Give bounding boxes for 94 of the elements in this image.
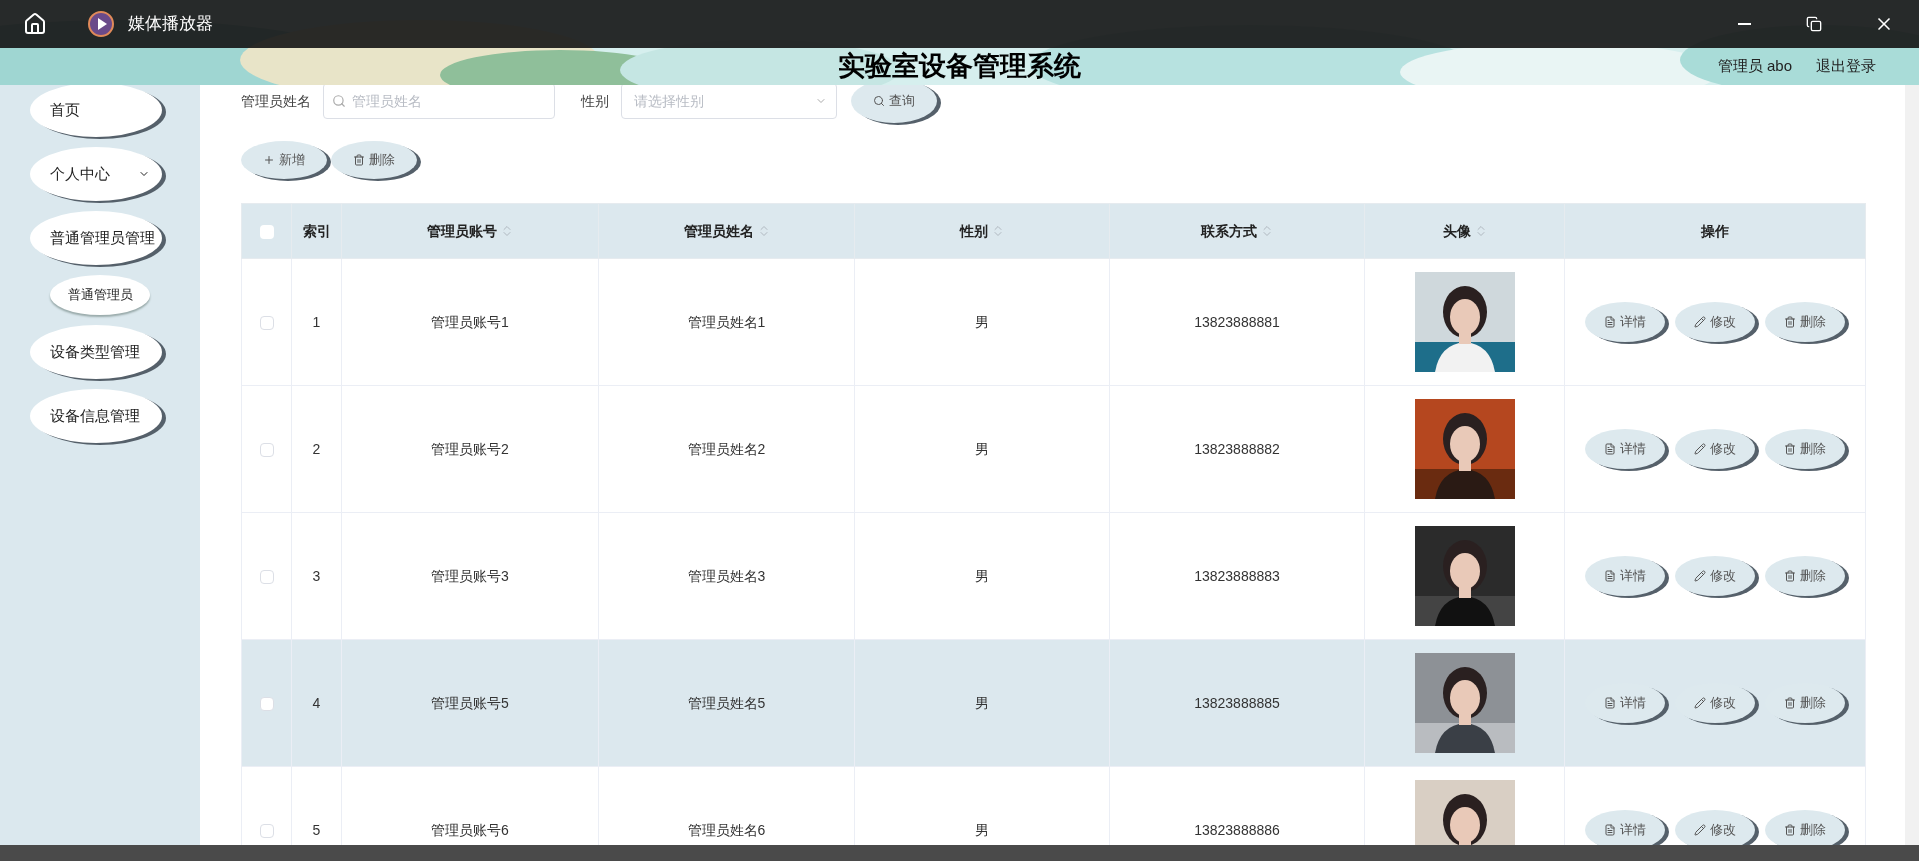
search-icon [873, 95, 885, 107]
table-cell: 管理员姓名5 [598, 639, 855, 767]
detail-button[interactable]: 详情 [1585, 810, 1665, 845]
field-label: 性别 [581, 91, 609, 111]
table-cell: 管理员姓名3 [598, 512, 855, 640]
app-icon [88, 11, 114, 37]
table-row[interactable]: 4 管理员账号5 管理员姓名5 男 13823888885 详情 修改 删除 [241, 639, 1866, 767]
system-title: 实验室设备管理系统 [838, 50, 1081, 84]
checkbox[interactable] [259, 315, 274, 330]
delete-button[interactable]: 删除 [1765, 429, 1845, 469]
document-icon [1604, 697, 1616, 709]
plus-icon [263, 154, 275, 166]
column-header[interactable]: 联系方式 [1109, 203, 1365, 259]
table-cell: 4 [291, 639, 342, 767]
sidebar-item[interactable]: 首页 [30, 83, 162, 137]
table-cell: 1 [291, 258, 342, 386]
document-icon [1604, 316, 1616, 328]
pencil-icon [1694, 824, 1706, 836]
edit-button[interactable]: 修改 [1675, 556, 1755, 596]
user-name: 管理员 abo [1717, 56, 1792, 77]
table-cell: 男 [854, 512, 1110, 640]
add-button[interactable]: 新增 [241, 141, 327, 179]
pencil-icon [1694, 697, 1706, 709]
column-header[interactable]: 管理员姓名 [598, 203, 855, 259]
trash-icon [1784, 570, 1796, 582]
table-cell: 男 [854, 258, 1110, 386]
column-header[interactable]: 性别 [854, 203, 1110, 259]
document-icon [1604, 824, 1616, 836]
detail-button[interactable]: 详情 [1585, 556, 1665, 596]
table-cell: 13823888881 [1109, 258, 1365, 386]
checkbox[interactable] [259, 696, 274, 711]
table-cell: 管理员账号2 [341, 385, 599, 513]
search-field[interactable]: 管理员姓名 [323, 85, 555, 119]
table-cell: 管理员账号1 [341, 258, 599, 386]
pencil-icon [1694, 316, 1706, 328]
table-row[interactable]: 1 管理员账号1 管理员姓名1 男 13823888881 详情 修改 删除 [241, 258, 1866, 386]
detail-button[interactable]: 详情 [1585, 683, 1665, 723]
delete-button[interactable]: 删除 [1765, 683, 1845, 723]
trash-icon [353, 154, 365, 166]
detail-button[interactable]: 详情 [1585, 302, 1665, 342]
scrollbar[interactable] [1905, 85, 1919, 845]
sidebar-item[interactable]: 设备信息管理 [30, 389, 162, 443]
table-row[interactable]: 2 管理员账号2 管理员姓名2 男 13823888882 详情 修改 删除 [241, 385, 1866, 513]
trash-icon [1784, 824, 1796, 836]
pencil-icon [1694, 443, 1706, 455]
delete-button[interactable]: 删除 [331, 141, 417, 179]
logout-link[interactable]: 退出登录 [1816, 55, 1876, 78]
column-header[interactable]: 管理员账号 [341, 203, 599, 259]
edit-button[interactable]: 修改 [1675, 810, 1755, 845]
trash-icon [1784, 316, 1796, 328]
table-cell: 13823888885 [1109, 639, 1365, 767]
column-header: 操作 [1564, 203, 1866, 259]
table-cell: 男 [854, 639, 1110, 767]
sidebar-item[interactable]: 设备类型管理 [30, 325, 162, 379]
search-icon [332, 94, 346, 108]
column-header: 索引 [291, 203, 342, 259]
detail-button[interactable]: 详情 [1585, 429, 1665, 469]
table-cell: 3 [291, 512, 342, 640]
table-cell: 13823888883 [1109, 512, 1365, 640]
table-cell: 管理员姓名1 [598, 258, 855, 386]
window-title: 媒体播放器 [128, 13, 213, 36]
table-row[interactable]: 3 管理员账号3 管理员姓名3 男 13823888883 详情 修改 删除 [241, 512, 1866, 640]
checkbox[interactable] [259, 823, 274, 838]
delete-button[interactable]: 删除 [1765, 556, 1845, 596]
sidebar-subitem[interactable]: 普通管理员 [50, 275, 150, 315]
table-row[interactable]: 5 管理员账号6 管理员姓名6 男 13823888886 详情 修改 删除 [241, 766, 1866, 845]
delete-button[interactable]: 删除 [1765, 302, 1845, 342]
field-label: 管理员姓名 [241, 91, 311, 111]
select-field[interactable]: 请选择性别 [621, 85, 837, 119]
checkbox[interactable] [259, 224, 274, 239]
table-cell: 男 [854, 385, 1110, 513]
home-icon [23, 12, 47, 36]
table-cell: 2 [291, 385, 342, 513]
sidebar-item[interactable]: 普通管理员管理 [30, 211, 162, 265]
edit-button[interactable]: 修改 [1675, 302, 1755, 342]
delete-button[interactable]: 删除 [1765, 810, 1845, 845]
trash-icon [1784, 697, 1796, 709]
pencil-icon [1694, 570, 1706, 582]
trash-icon [1784, 443, 1796, 455]
minimize-icon [1737, 23, 1751, 25]
table-cell: 管理员账号3 [341, 512, 599, 640]
column-header[interactable]: 头像 [1364, 203, 1565, 259]
sidebar-item[interactable]: 个人中心 [30, 147, 162, 201]
restore-icon [1806, 16, 1822, 32]
edit-button[interactable]: 修改 [1675, 683, 1755, 723]
table-cell: 管理员姓名2 [598, 385, 855, 513]
document-icon [1604, 570, 1616, 582]
table-cell: 管理员账号5 [341, 639, 599, 767]
checkbox[interactable] [259, 569, 274, 584]
edit-button[interactable]: 修改 [1675, 429, 1755, 469]
table-cell: 13823888882 [1109, 385, 1365, 513]
checkbox[interactable] [259, 442, 274, 457]
search-button[interactable]: 查询 [851, 85, 937, 123]
document-icon [1604, 443, 1616, 455]
